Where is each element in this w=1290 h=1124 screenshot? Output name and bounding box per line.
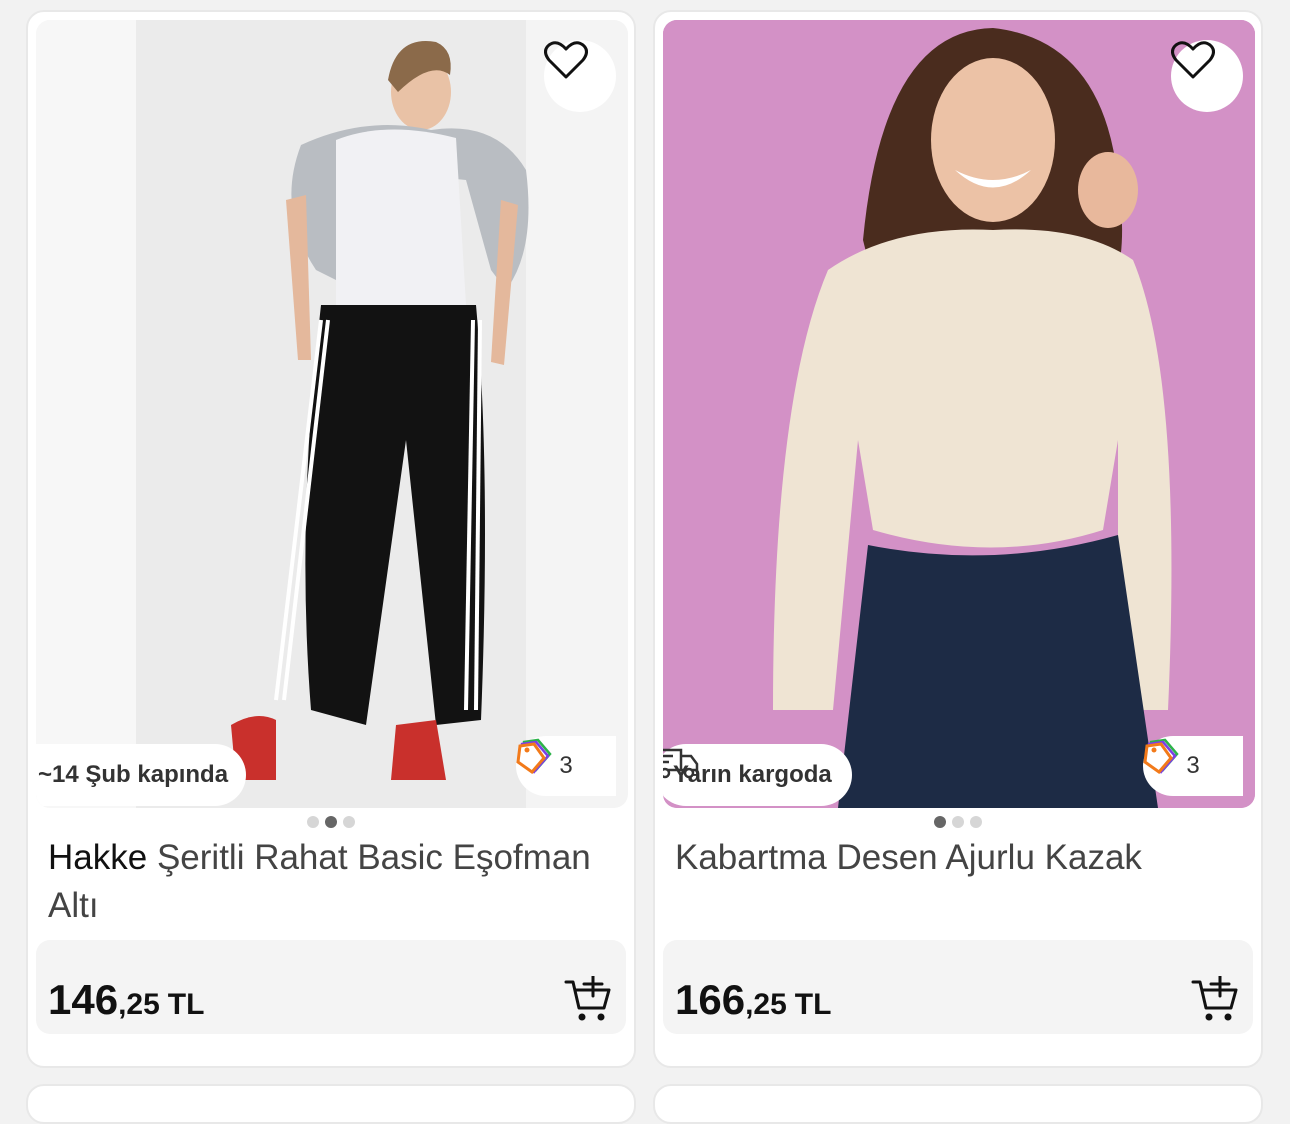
add-to-cart-icon[interactable] — [1191, 976, 1239, 1024]
price-integer: 166 — [675, 976, 746, 1023]
price-decimal: ,25 — [118, 988, 160, 1021]
price-decimal: ,25 — [745, 988, 787, 1021]
favorite-button[interactable] — [544, 40, 616, 112]
pagination-dot[interactable] — [952, 816, 964, 828]
coupon-tag-icon — [516, 738, 552, 774]
price-integer: 146 — [48, 976, 119, 1023]
price-currency: TL — [167, 988, 205, 1021]
delivery-text: ~14 Şub kapında — [38, 761, 229, 788]
coupon-count: 3 — [1186, 752, 1200, 779]
product-card[interactable]: ~14 Şub kapında 3 Hakke Şeritli Rahat Ba… — [26, 10, 636, 1068]
product-brand: Hakke — [48, 838, 148, 877]
pagination-dot[interactable] — [970, 816, 982, 828]
image-pagination — [28, 816, 634, 828]
add-to-cart-icon[interactable] — [564, 976, 612, 1024]
truck-icon — [663, 748, 699, 779]
product-image[interactable]: ~14 Şub kapında 3 — [36, 20, 628, 808]
pagination-dot-active[interactable] — [325, 816, 337, 828]
price-box: 166,25 TL — [663, 940, 1253, 1034]
pagination-dot[interactable] — [343, 816, 355, 828]
product-price: 166,25 TL — [675, 976, 831, 1024]
image-pagination — [655, 816, 1261, 828]
price-currency: TL — [794, 988, 832, 1021]
coupon-tag-icon — [1143, 738, 1179, 774]
product-card-next[interactable] — [26, 1084, 636, 1124]
product-card[interactable]: Yarın kargoda 3 Kabartma Desen Ajurlu Ka… — [653, 10, 1263, 1068]
favorite-button[interactable] — [1171, 40, 1243, 112]
product-title[interactable]: Hakke Şeritli Rahat Basic Eşofman Altı — [48, 834, 614, 930]
pagination-dot[interactable] — [307, 816, 319, 828]
coupon-badge[interactable]: 3 — [516, 736, 616, 796]
price-box: 146,25 TL — [36, 940, 626, 1034]
product-image[interactable]: Yarın kargoda 3 — [663, 20, 1255, 808]
product-name: Kabartma Desen Ajurlu Kazak — [675, 838, 1142, 877]
delivery-badge: Yarın kargoda — [663, 744, 852, 806]
heart-icon — [1171, 41, 1215, 79]
product-card-next[interactable] — [653, 1084, 1263, 1124]
delivery-badge: ~14 Şub kapında — [36, 744, 247, 806]
product-title[interactable]: Kabartma Desen Ajurlu Kazak — [675, 834, 1241, 882]
pagination-dot-active[interactable] — [934, 816, 946, 828]
coupon-count: 3 — [559, 752, 573, 779]
product-photo — [663, 20, 1255, 808]
product-photo — [36, 20, 529, 808]
product-price: 146,25 TL — [48, 976, 204, 1024]
coupon-badge[interactable]: 3 — [1143, 736, 1243, 796]
heart-icon — [544, 41, 588, 79]
